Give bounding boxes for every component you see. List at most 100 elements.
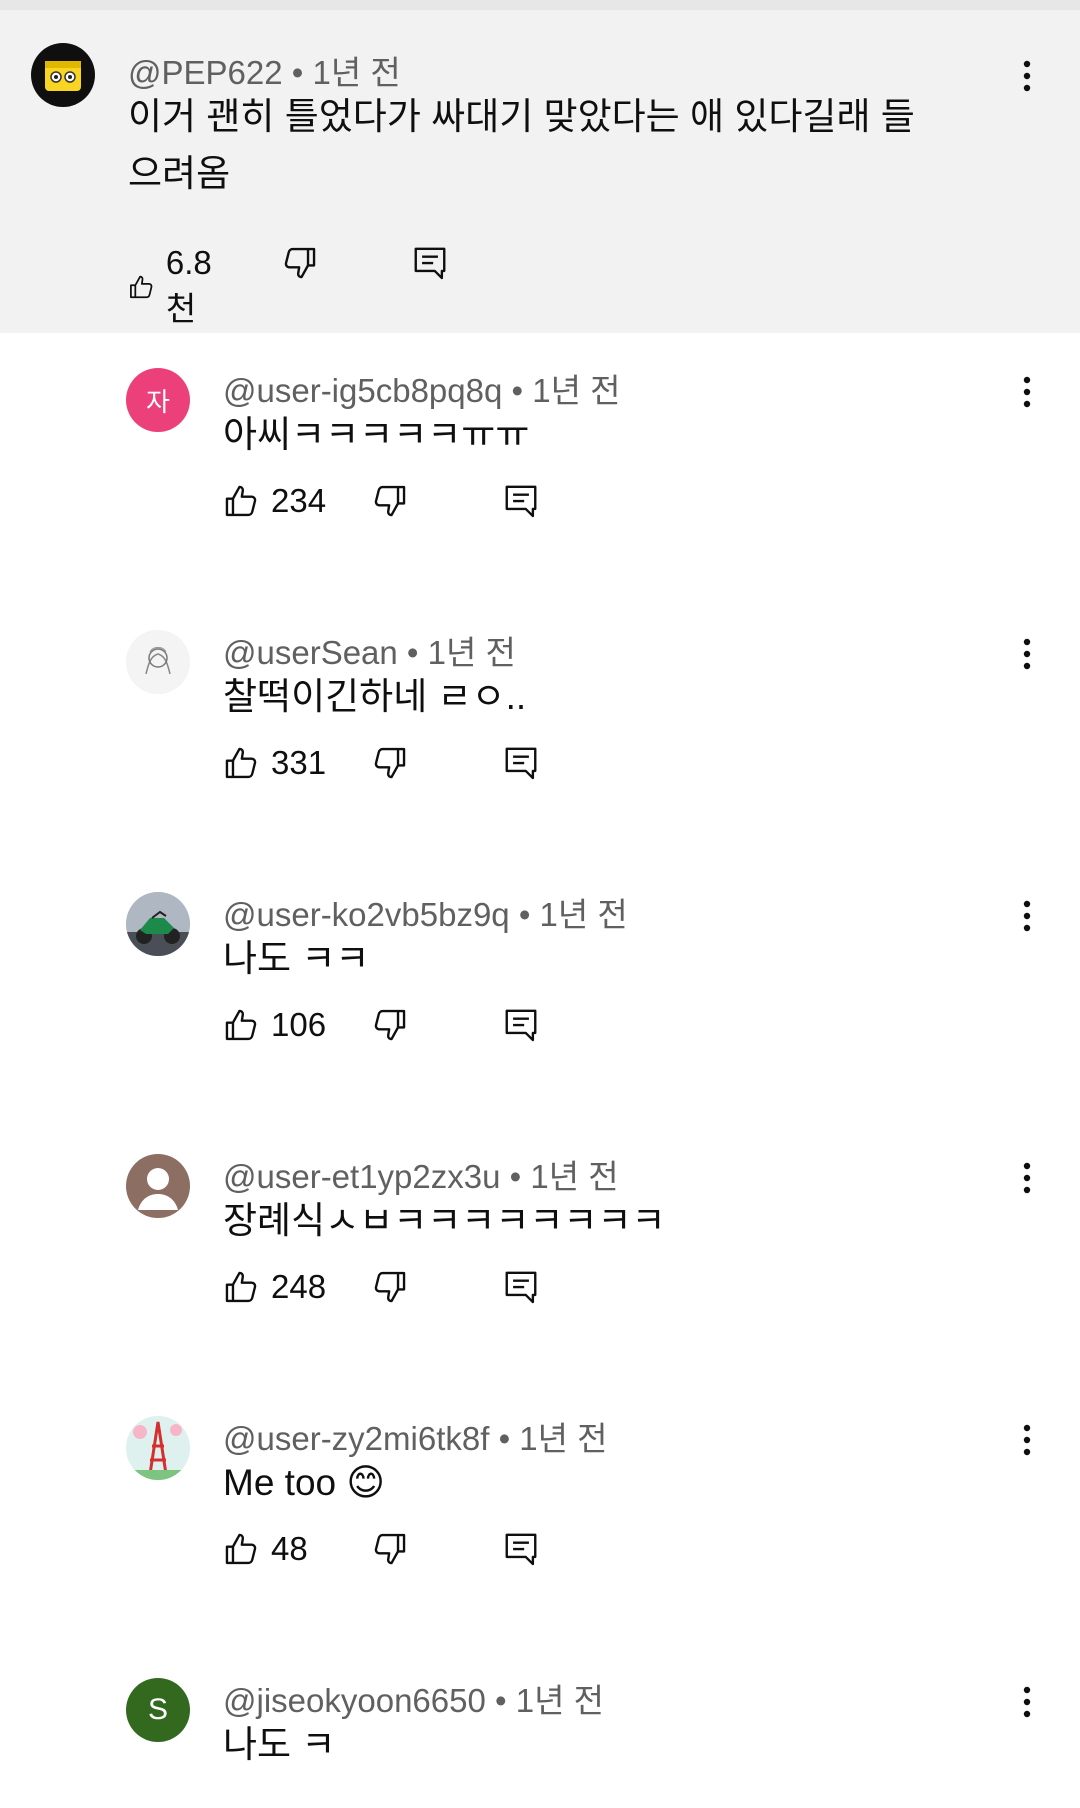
- comment-meta: @user-zy2mi6tk8f • 1년 전: [223, 1412, 608, 1460]
- like-button[interactable]: 234: [223, 482, 326, 520]
- reply-button[interactable]: [411, 244, 449, 282]
- thumbs-up-icon: [225, 1271, 257, 1303]
- comment-meta: @jiseokyoon6650 • 1년 전: [223, 1674, 604, 1722]
- thumbs-down-icon: [374, 485, 406, 517]
- thumbs-down-icon: [374, 1271, 406, 1303]
- timestamp: 1년 전: [539, 896, 628, 933]
- avatar[interactable]: [126, 1154, 190, 1218]
- comment-text: 나도 ㅋㅋ: [223, 938, 370, 979]
- thumbs-down-icon: [284, 247, 316, 279]
- reply-comment: 자 @user-ig5cb8pq8q • 1년 전 아씨ㅋㅋㅋㅋㅋㅠㅠ 234: [0, 336, 1080, 598]
- thumbs-up-icon: [225, 1533, 257, 1565]
- comment-meta: @userSean • 1년 전: [223, 626, 516, 674]
- like-count: 48: [271, 1530, 308, 1567]
- meta-separator: •: [500, 1158, 531, 1195]
- like-count: 331: [271, 744, 327, 781]
- username[interactable]: @user-ig5cb8pq8q: [223, 372, 502, 409]
- reply-comment: S @jiseokyoon6650 • 1년 전 나도 ㅋ: [0, 1646, 1080, 1808]
- vertical-dots-icon: [1023, 376, 1031, 408]
- thumbs-up-icon: [225, 485, 257, 517]
- like-count: 248: [271, 1268, 327, 1305]
- timestamp: 1년 전: [312, 54, 401, 91]
- timestamp: 1년 전: [515, 1682, 604, 1719]
- reply-comment: @user-ko2vb5bz9q • 1년 전 나도 ㅋㅋ 106: [0, 860, 1080, 1122]
- comment-text: 나도 ㅋ: [223, 1724, 336, 1765]
- avatar[interactable]: S: [126, 1678, 190, 1742]
- vertical-dots-icon: [1023, 1162, 1031, 1194]
- sketch-portrait-icon: [126, 630, 190, 694]
- timestamp: 1년 전: [532, 372, 621, 409]
- more-options-button[interactable]: [1012, 1156, 1042, 1200]
- vertical-dots-icon: [1023, 1424, 1031, 1456]
- dislike-button[interactable]: [370, 744, 408, 782]
- avatar[interactable]: [126, 1416, 190, 1480]
- avatar[interactable]: [126, 892, 190, 956]
- more-options-button[interactable]: [1012, 632, 1042, 676]
- dislike-button[interactable]: [370, 1006, 408, 1044]
- meta-separator: •: [397, 634, 428, 671]
- reply-comment-icon: [505, 747, 537, 780]
- username[interactable]: @userSean: [223, 634, 398, 671]
- username[interactable]: @user-et1yp2zx3u: [223, 1158, 500, 1195]
- reply-button[interactable]: [502, 1006, 540, 1044]
- more-options-button[interactable]: [1012, 54, 1042, 98]
- vertical-dots-icon: [1023, 638, 1031, 670]
- more-options-button[interactable]: [1012, 1680, 1042, 1724]
- timestamp: 1년 전: [530, 1158, 619, 1195]
- meta-separator: •: [485, 1682, 516, 1719]
- avatar-letter: 자: [146, 387, 170, 418]
- dislike-button[interactable]: [370, 1268, 408, 1306]
- username[interactable]: @jiseokyoon6650: [223, 1682, 486, 1719]
- tower-illustration-icon: [126, 1416, 190, 1480]
- top-divider: [0, 0, 1080, 10]
- reply-button[interactable]: [502, 482, 540, 520]
- avatar[interactable]: 자: [126, 368, 190, 432]
- thumbs-down-icon: [374, 1009, 406, 1041]
- reply-comment: @user-et1yp2zx3u • 1년 전 장례식ㅅㅂㅋㅋㅋㅋㅋㅋㅋㅋ 24…: [0, 1122, 1080, 1384]
- comment-meta: @user-ko2vb5bz9q • 1년 전: [223, 888, 628, 936]
- more-options-button[interactable]: [1012, 370, 1042, 414]
- vertical-dots-icon: [1023, 900, 1031, 932]
- thumbs-down-icon: [374, 747, 406, 779]
- meta-separator: •: [282, 54, 313, 91]
- reply-comment: @userSean • 1년 전 찰떡이긴하네 ㄹㅇ.. 331: [0, 598, 1080, 860]
- like-button[interactable]: 48: [223, 1530, 308, 1568]
- thumbs-up-icon: [225, 747, 257, 779]
- comment-meta: @user-ig5cb8pq8q • 1년 전: [223, 364, 620, 412]
- reply-comment-icon: [505, 1533, 537, 1566]
- like-count: 6.8천: [165, 244, 212, 327]
- meta-separator: •: [502, 372, 533, 409]
- thumbs-down-icon: [374, 1533, 406, 1565]
- dislike-button[interactable]: [370, 482, 408, 520]
- more-options-button[interactable]: [1012, 894, 1042, 938]
- like-count: 106: [271, 1006, 327, 1043]
- reply-comment-icon: [505, 1009, 537, 1042]
- reply-button[interactable]: [502, 744, 540, 782]
- like-button[interactable]: 6.8천: [128, 244, 222, 330]
- like-button[interactable]: 248: [223, 1268, 326, 1306]
- username[interactable]: @user-ko2vb5bz9q: [223, 896, 510, 933]
- comment-text: 장례식ㅅㅂㅋㅋㅋㅋㅋㅋㅋㅋ: [223, 1200, 666, 1241]
- like-count: 234: [271, 482, 327, 519]
- username[interactable]: @PEP622: [128, 54, 283, 91]
- comment-text: 아씨ㅋㅋㅋㅋㅋㅠㅠ: [223, 414, 530, 455]
- more-options-button[interactable]: [1012, 1418, 1042, 1462]
- reply-comment: @user-zy2mi6tk8f • 1년 전 Me too 😊 48: [0, 1384, 1080, 1646]
- motorcycle-photo-icon: [126, 892, 190, 956]
- reply-comment-icon: [505, 485, 537, 518]
- timestamp: 1년 전: [519, 1420, 608, 1457]
- thumbs-up-icon: [130, 275, 153, 299]
- comment-text: 찰떡이긴하네 ㄹㅇ..: [223, 676, 527, 717]
- comment-meta: @PEP622 • 1년 전: [128, 46, 401, 94]
- avatar[interactable]: [31, 43, 95, 107]
- dislike-button[interactable]: [370, 1530, 408, 1568]
- comment-text: Me too 😊: [223, 1462, 385, 1503]
- vertical-dots-icon: [1023, 1686, 1031, 1718]
- avatar[interactable]: [126, 630, 190, 694]
- username[interactable]: @user-zy2mi6tk8f: [223, 1420, 489, 1457]
- like-button[interactable]: 331: [223, 744, 326, 782]
- like-button[interactable]: 106: [223, 1006, 326, 1044]
- dislike-button[interactable]: [280, 244, 318, 282]
- reply-button[interactable]: [502, 1530, 540, 1568]
- reply-button[interactable]: [502, 1268, 540, 1306]
